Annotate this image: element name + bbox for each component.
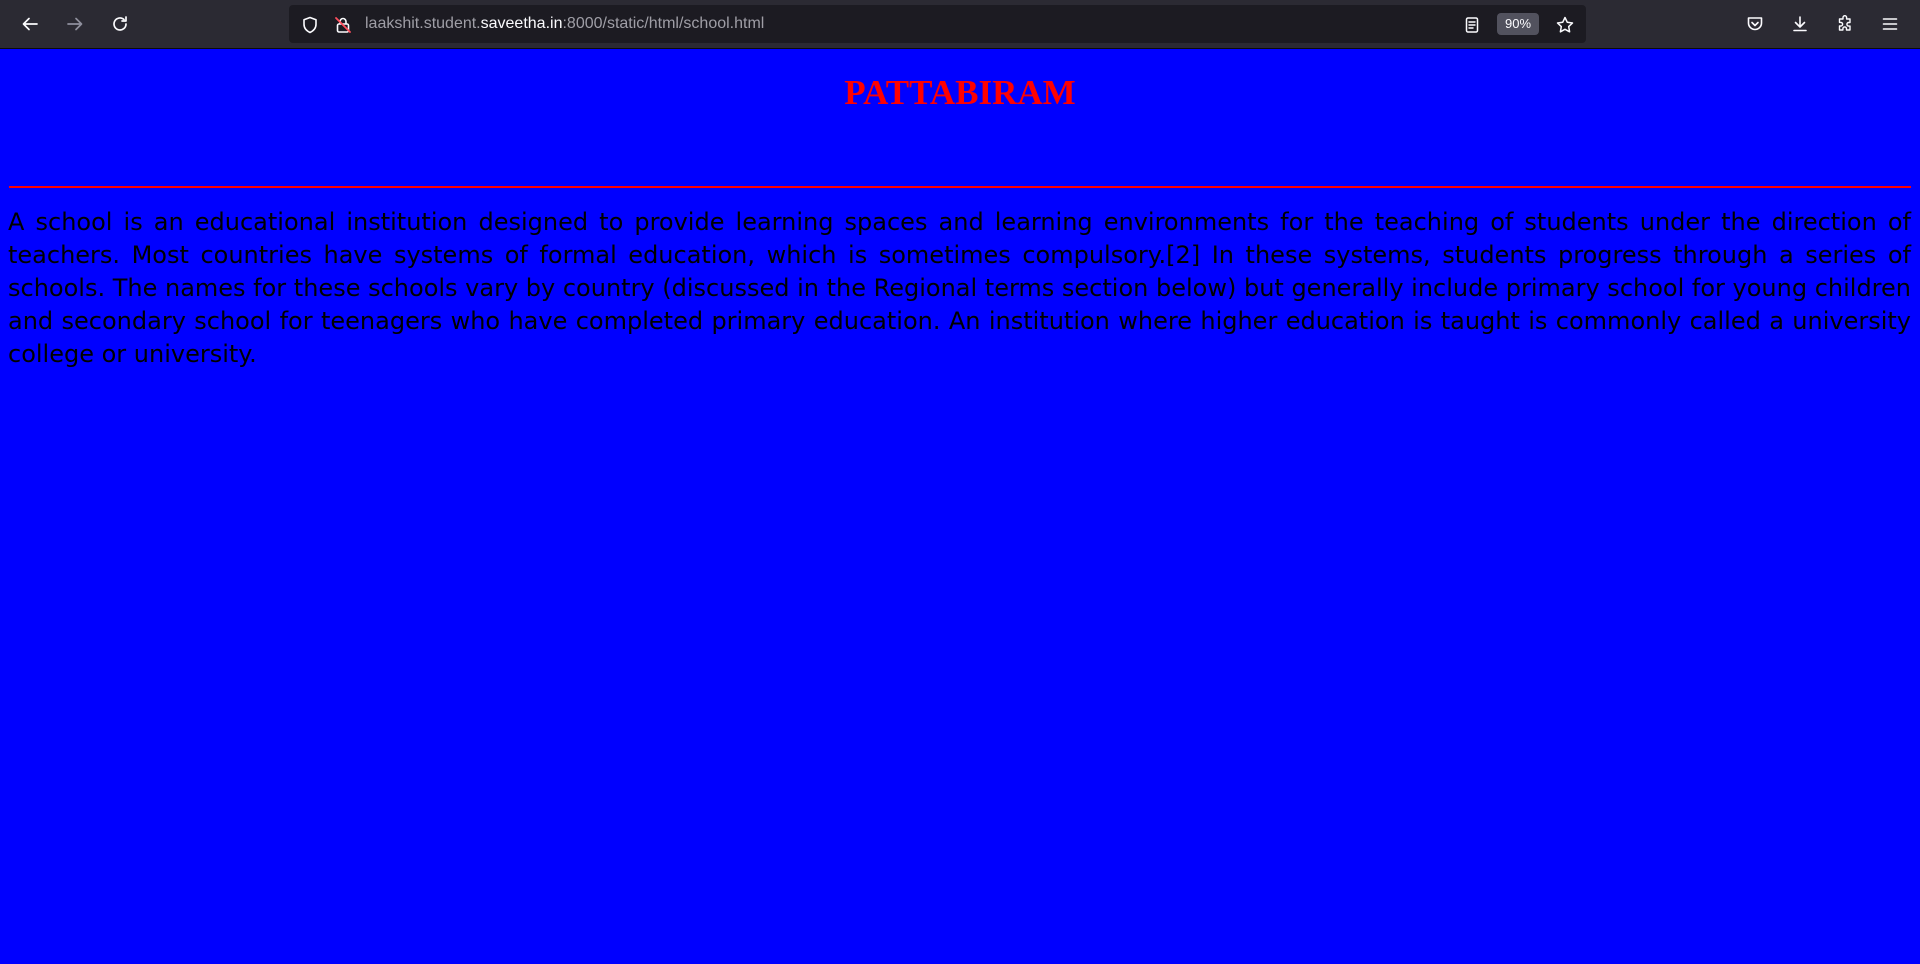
back-arrow-icon — [22, 17, 38, 31]
extensions-button[interactable] — [1828, 7, 1862, 41]
web-page-content: PATTABIRAM A school is an educational in… — [0, 49, 1920, 964]
extensions-icon — [1838, 15, 1851, 31]
url-suffix: :8000/static/html/school.html — [562, 15, 765, 32]
reload-button[interactable] — [103, 7, 137, 41]
back-button[interactable] — [13, 7, 47, 41]
forward-arrow-icon — [67, 17, 83, 31]
pocket-icon — [1747, 17, 1763, 31]
school-description-paragraph: A school is an educational institution d… — [8, 208, 1911, 368]
download-icon — [1793, 16, 1807, 32]
bookmark-star-icon[interactable] — [1555, 15, 1575, 35]
url-text[interactable]: laakshit.student.saveetha.in:8000/static… — [365, 5, 764, 43]
page-title: PATTABIRAM — [844, 73, 1076, 112]
browser-toolbar: laakshit.student.saveetha.in:8000/static… — [0, 0, 1920, 49]
menu-icon — [1882, 18, 1898, 30]
forward-button[interactable] — [58, 7, 92, 41]
pocket-button[interactable] — [1738, 7, 1772, 41]
downloads-button[interactable] — [1783, 7, 1817, 41]
insecure-lock-icon[interactable] — [333, 15, 353, 35]
address-bar[interactable]: laakshit.student.saveetha.in:8000/static… — [289, 5, 1586, 43]
url-prefix: laakshit.student. — [365, 15, 481, 32]
app-menu-button[interactable] — [1873, 7, 1907, 41]
horizontal-rule — [9, 186, 1911, 188]
zoom-level-button[interactable]: 90% — [1497, 13, 1540, 35]
url-host: saveetha.in — [480, 15, 563, 32]
reader-view-icon[interactable] — [1462, 15, 1482, 35]
reload-icon — [113, 16, 127, 31]
shield-icon[interactable] — [300, 15, 320, 35]
